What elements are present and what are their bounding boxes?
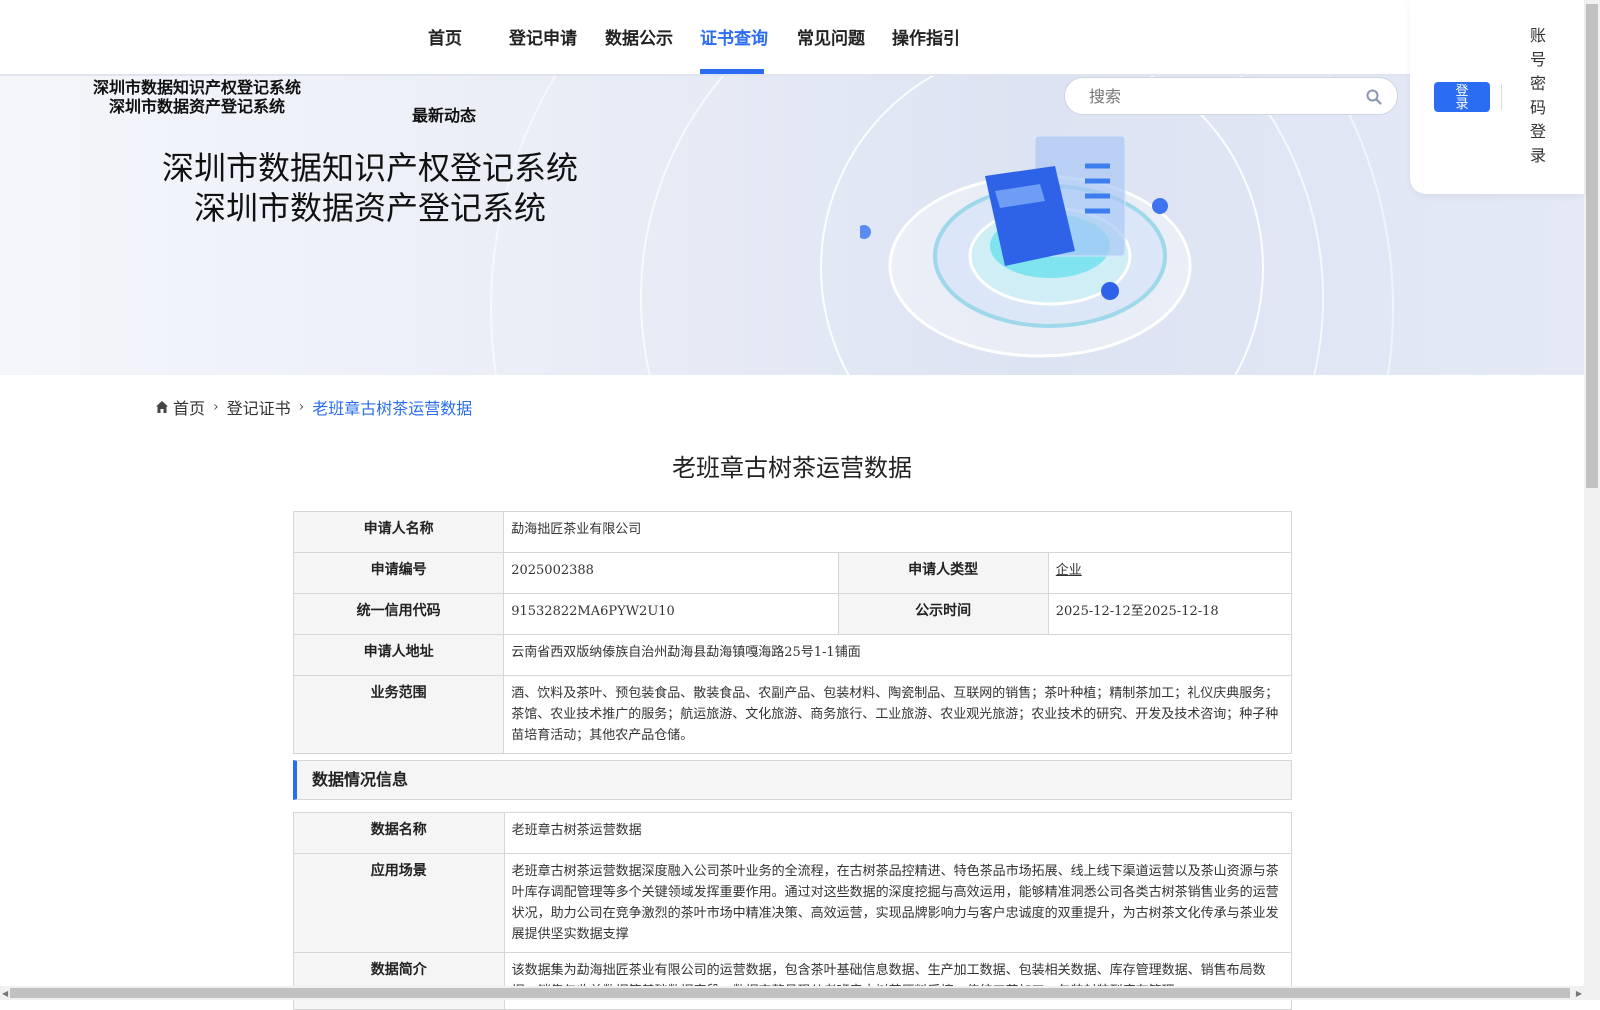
application-scenario-value: 老班章古树茶运营数据深度融入公司茶叶业务的全流程，在古树茶品控精进、特色茶品市场… (503, 853, 1293, 953)
breadcrumb-certificates[interactable]: 登记证书 (227, 395, 291, 419)
table-row: 数据简介 该数据集为勐海拙匠茶业有限公司的运营数据，包含茶叶基础信息数据、生产加… (293, 952, 1293, 1010)
logo-line-1: 深圳市数据知识产权登记系统 (92, 78, 301, 97)
login-divider (1501, 84, 1502, 110)
applicant-name-label: 申请人名称 (292, 511, 505, 553)
search-box (1064, 77, 1398, 115)
publicity-period-label: 公示时间 (837, 593, 1049, 635)
hero-title-line-2: 深圳市数据资产登记系统 (193, 189, 546, 227)
data-intro-label: 数据简介 (293, 952, 505, 1010)
login-panel: 登录 账号密码登录 (1410, 0, 1584, 194)
horizontal-scroll-thumb[interactable] (10, 988, 1570, 998)
nav-home[interactable]: 首页 (428, 24, 462, 49)
data-platform-illustration (860, 135, 1192, 358)
nav-faq[interactable]: 常见问题 (797, 24, 865, 49)
applicant-type-value[interactable]: 企业 (1056, 563, 1082, 578)
application-number-value: 2025002388 (503, 552, 839, 594)
chevron-right-icon: › (213, 399, 219, 415)
scroll-right-icon[interactable]: ▶ (1576, 989, 1582, 998)
hero-title-line-1: 深圳市数据知识产权登记系统 (161, 149, 578, 187)
site-logo-text[interactable]: 深圳市数据知识产权登记系统 深圳市数据资产登记系统 (92, 78, 302, 116)
applicant-name-value: 勐海拙匠茶业有限公司 (503, 511, 1292, 553)
hero-title: 深圳市数据知识产权登记系统 深圳市数据资产登记系统 (150, 148, 590, 228)
applicant-address-label: 申请人地址 (292, 634, 505, 676)
breadcrumb-home[interactable]: 首页 (173, 395, 205, 419)
applicant-info-table: 申请人名称 勐海拙匠茶业有限公司 申请编号 2025002388 申请人类型 企… (292, 511, 1293, 754)
table-row: 申请人地址 云南省西双版纳傣族自治州勐海县勐海镇嘎海路25号1-1铺面 (292, 634, 1292, 676)
vertical-scroll-thumb[interactable] (1586, 4, 1598, 488)
nav-register-apply[interactable]: 登记申请 (509, 24, 577, 49)
scroll-left-icon[interactable]: ◀ (2, 989, 8, 998)
nav-data-publicity[interactable]: 数据公示 (605, 24, 673, 49)
logo-line-2: 深圳市数据资产登记系统 (108, 97, 285, 116)
application-number-label: 申请编号 (292, 552, 505, 594)
horizontal-scrollbar[interactable]: ◀ ▶ (0, 986, 1584, 1000)
search-input[interactable] (1087, 86, 1361, 107)
data-name-value: 老班章古树茶运营数据 (503, 812, 1293, 854)
business-scope-value: 酒、饮料及茶叶、预包装食品、散装食品、农副产品、包装材料、陶瓷制品、互联网的销售… (503, 675, 1292, 754)
breadcrumb: 首页 › 登记证书 › 老班章古树茶运营数据 (155, 395, 472, 419)
applicant-type-label: 申请人类型 (837, 552, 1049, 594)
hero-banner: 深圳市数据知识产权登记系统 深圳市数据资产登记系统 最新动态 深圳市数据知识产权… (0, 76, 1584, 375)
credit-code-value: 91532822MA6PYW2U10 (503, 593, 839, 635)
active-tab-indicator (700, 69, 764, 74)
data-info-section-title: 数据情况信息 (293, 760, 1292, 800)
data-intro-value: 该数据集为勐海拙匠茶业有限公司的运营数据，包含茶叶基础信息数据、生产加工数据、包… (503, 952, 1293, 1010)
latest-news-link[interactable]: 最新动态 (412, 102, 476, 126)
page-title: 老班章古树茶运营数据 (672, 454, 912, 482)
breadcrumb-current: 老班章古树茶运营数据 (312, 399, 473, 418)
login-button[interactable]: 登录 (1434, 82, 1490, 112)
business-scope-label: 业务范围 (292, 675, 505, 754)
vertical-scrollbar[interactable] (1584, 0, 1600, 1000)
publicity-period-value: 2025-12-12至2025-12-18 (1047, 593, 1293, 635)
nav-guide[interactable]: 操作指引 (892, 24, 960, 49)
nav-certificate-query[interactable]: 证书查询 (700, 24, 768, 49)
table-row: 数据名称 老班章古树茶运营数据 (293, 812, 1293, 854)
table-row: 统一信用代码 91532822MA6PYW2U10 公示时间 2025-12-1… (292, 593, 1293, 635)
password-login-link[interactable]: 账号密码登录 (1530, 24, 1550, 168)
chevron-right-icon: › (298, 399, 305, 415)
application-scenario-label: 应用场景 (293, 853, 505, 953)
table-row: 申请编号 2025002388 申请人类型 企业 (292, 552, 1293, 594)
table-row: 应用场景 老班章古树茶运营数据深度融入公司茶叶业务的全流程，在古树茶品控精进、特… (293, 853, 1293, 953)
top-navigation: 首页 登记申请 数据公示 证书查询 常见问题 操作指引 (0, 0, 1584, 76)
applicant-address-value: 云南省西双版纳傣族自治州勐海县勐海镇嘎海路25号1-1铺面 (503, 634, 1292, 676)
home-icon (156, 401, 168, 413)
table-row: 申请人名称 勐海拙匠茶业有限公司 (292, 511, 1292, 553)
credit-code-label: 统一信用代码 (292, 593, 505, 635)
data-name-label: 数据名称 (293, 812, 505, 854)
data-info-table: 数据名称 老班章古树茶运营数据 应用场景 老班章古树茶运营数据深度融入公司茶叶业… (293, 812, 1293, 1010)
table-row: 业务范围 酒、饮料及茶叶、预包装食品、散装食品、农副产品、包装材料、陶瓷制品、互… (292, 675, 1292, 754)
search-icon[interactable] (1365, 88, 1383, 106)
